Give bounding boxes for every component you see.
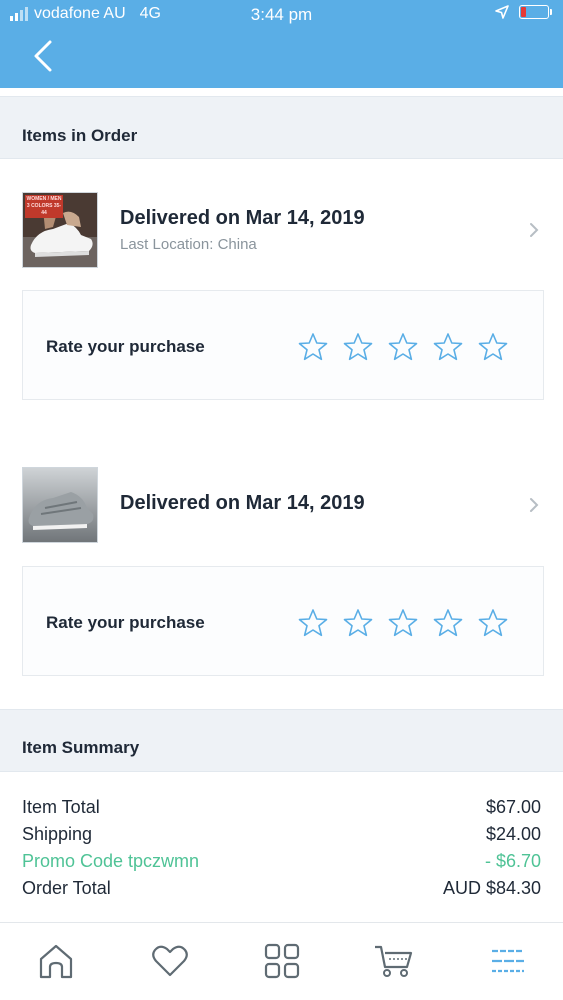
thumb-promo-text: WOMEN / MEN 3 COLORS 35-44 bbox=[25, 195, 63, 218]
star-rating bbox=[298, 332, 508, 362]
star-icon[interactable] bbox=[478, 608, 508, 638]
star-icon[interactable] bbox=[388, 332, 418, 362]
star-icon[interactable] bbox=[343, 332, 373, 362]
star-rating bbox=[298, 608, 508, 638]
heart-icon[interactable] bbox=[150, 941, 190, 981]
order-item-row[interactable]: Delivered on Mar 14, 2019 bbox=[0, 460, 563, 550]
items-section-header: Items in Order bbox=[0, 96, 563, 159]
star-icon[interactable] bbox=[298, 608, 328, 638]
summary-row-promo: Promo Code tpczwmn - $6.70 bbox=[22, 851, 541, 872]
last-location: Last Location: China bbox=[120, 236, 257, 253]
menu-icon[interactable] bbox=[488, 941, 528, 981]
star-icon[interactable] bbox=[298, 332, 328, 362]
summary-row-order-total: Order Total AUD $84.30 bbox=[22, 878, 541, 899]
status-bar: vodafone AU 4G 3:44 pm bbox=[0, 0, 563, 30]
star-icon[interactable] bbox=[478, 332, 508, 362]
home-icon[interactable] bbox=[36, 941, 76, 981]
cart-icon[interactable] bbox=[373, 941, 413, 981]
summary-value: - $6.70 bbox=[484, 851, 541, 871]
star-icon[interactable] bbox=[433, 332, 463, 362]
chevron-right-icon bbox=[530, 498, 539, 512]
summary-row-shipping: Shipping $24.00 bbox=[22, 824, 541, 845]
rating-card: Rate your purchase bbox=[22, 290, 544, 400]
back-chevron-icon[interactable] bbox=[26, 36, 62, 76]
summary-label: Order Total bbox=[22, 878, 111, 898]
summary-section-title: Item Summary bbox=[22, 738, 140, 757]
summary-label: Shipping bbox=[22, 824, 93, 844]
chevron-right-icon bbox=[530, 223, 539, 237]
summary-label: Promo Code tpczwmn bbox=[22, 851, 200, 871]
product-thumbnail bbox=[22, 467, 98, 543]
battery-icon bbox=[519, 5, 552, 19]
app-header: vodafone AU 4G 3:44 pm bbox=[0, 0, 563, 88]
rate-label: Rate your purchase bbox=[46, 337, 205, 356]
rating-card: Rate your purchase bbox=[22, 566, 544, 676]
summary-value: $67.00 bbox=[485, 797, 541, 817]
location-arrow-icon bbox=[495, 5, 509, 19]
summary-value: $24.00 bbox=[485, 824, 541, 844]
summary-section-header: Item Summary bbox=[0, 709, 563, 772]
summary-value: AUD $84.30 bbox=[442, 878, 541, 898]
product-thumbnail: WOMEN / MEN 3 COLORS 35-44 bbox=[22, 192, 98, 268]
grid-icon[interactable] bbox=[262, 941, 302, 981]
order-item-row[interactable]: WOMEN / MEN 3 COLORS 35-44 Delivered on … bbox=[0, 178, 563, 268]
sneaker-image bbox=[23, 468, 97, 542]
bottom-tab-bar bbox=[0, 922, 563, 1000]
star-icon[interactable] bbox=[343, 608, 373, 638]
summary-label: Item Total bbox=[22, 797, 100, 817]
star-icon[interactable] bbox=[433, 608, 463, 638]
delivery-status: Delivered on Mar 14, 2019 bbox=[120, 492, 365, 514]
rate-label: Rate your purchase bbox=[46, 613, 205, 632]
delivery-status: Delivered on Mar 14, 2019 bbox=[120, 207, 365, 229]
star-icon[interactable] bbox=[388, 608, 418, 638]
items-section-title: Items in Order bbox=[22, 126, 138, 145]
clock: 3:44 pm bbox=[250, 5, 313, 24]
status-right bbox=[495, 5, 552, 19]
summary-row-item-total: Item Total $67.00 bbox=[22, 797, 541, 818]
